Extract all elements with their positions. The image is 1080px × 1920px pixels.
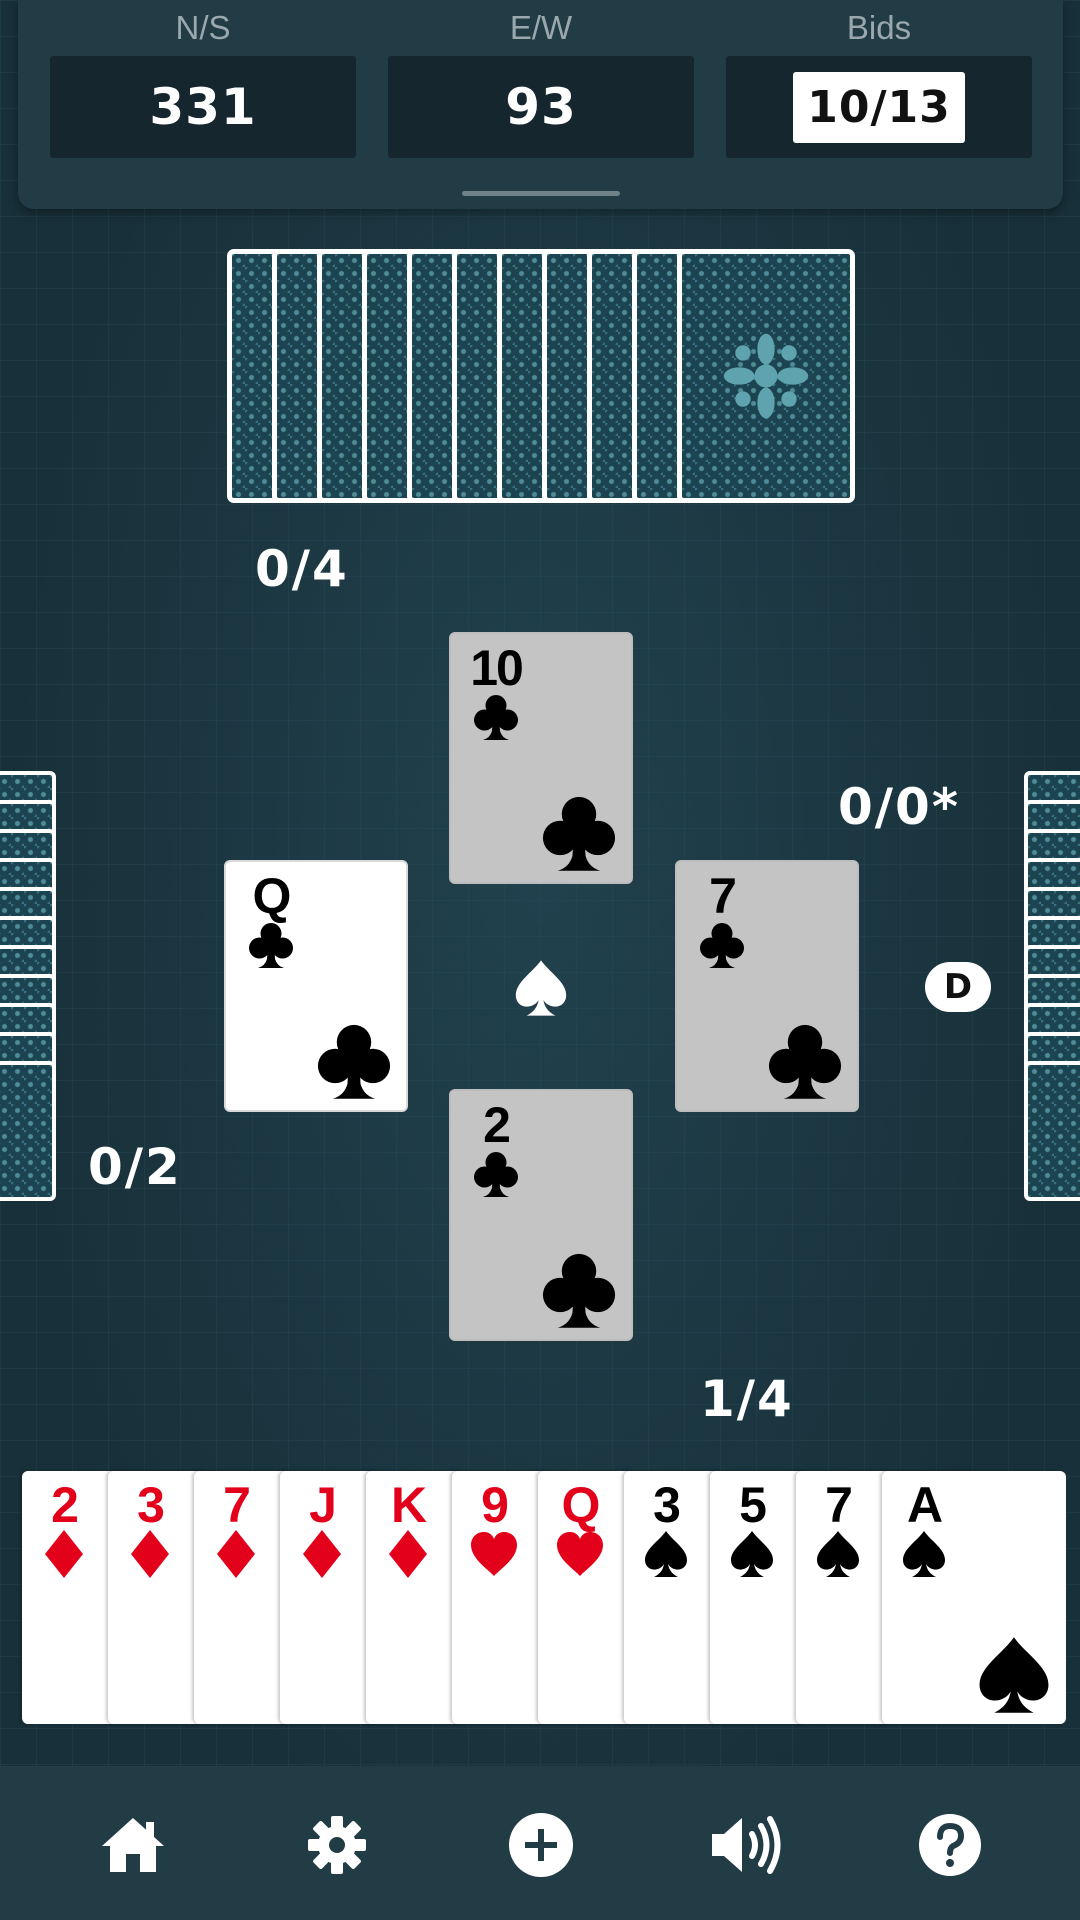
card-rank: 9 [481,1477,509,1533]
north-card-back [677,249,855,503]
card-corner: 9 [452,1479,536,1579]
card-rank: A [906,1477,943,1533]
trick-card-east: 7 [675,860,859,1112]
card-corner: 7 [194,1479,278,1579]
card-corner: Q [538,1479,622,1579]
card-corner: Q [236,870,306,970]
home-icon [102,1818,164,1872]
card-rank: 7 [709,868,737,924]
card-rank: Q [252,868,292,924]
diamond-icon [124,1529,176,1579]
diamond-icon [38,1529,90,1579]
spade-icon [726,1529,778,1579]
spade-icon [970,1634,1058,1716]
trick-card-west: Q [224,860,408,1112]
card-corner: J [280,1479,364,1579]
trump-spade-icon [502,958,580,1018]
card-rank: 7 [825,1477,853,1533]
player-hand: 237JK9Q357A [22,1471,1066,1724]
spade-icon [640,1529,692,1579]
club-icon [535,1249,623,1331]
ew-score-box: 93 [388,56,694,158]
card-corner: A [882,1479,966,1579]
card-corner: 7 [796,1479,880,1579]
club-icon [470,692,522,742]
volume-icon [712,1816,781,1874]
east-card-back [1024,1061,1080,1201]
west-card-back [0,1061,56,1201]
help-icon [919,1814,981,1876]
bids-label: Bids [846,9,912,46]
south-tricks: 1/4 [700,1370,794,1428]
spade-icon [898,1529,950,1579]
club-icon [310,1020,398,1102]
heart-icon [468,1529,520,1579]
card-rank: 10 [470,640,524,696]
club-icon [245,920,297,970]
club-icon [470,1149,522,1199]
sound-button[interactable] [708,1810,784,1880]
bids-value: 10/13 [793,71,965,143]
card-corner: 2 [461,1099,531,1199]
hand-card[interactable]: A [882,1471,1066,1724]
club-icon [535,792,623,874]
card-corner: 2 [22,1479,106,1579]
bids-score: Bids 10/13 [726,0,1032,158]
dealer-letter: D [943,967,973,1007]
score-panel[interactable]: N/S 331 E/W 93 Bids 10/13 [18,0,1063,209]
club-icon [696,920,748,970]
trick-card-north: 10 [449,632,633,884]
north-hand [227,249,855,503]
panel-drag-handle[interactable] [462,191,620,196]
card-corner: 10 [461,642,531,742]
west-tricks: 0/2 [88,1138,182,1196]
card-rank: 2 [51,1477,79,1533]
north-tricks: 0/4 [255,540,349,598]
diamond-icon [382,1529,434,1579]
ns-score-value: 331 [149,78,257,136]
card-rank: 5 [739,1477,767,1533]
ns-score-box: 331 [50,56,356,158]
settings-button[interactable] [302,1810,372,1880]
trick-card-south: 2 [449,1089,633,1341]
diamond-icon [210,1529,262,1579]
card-rank: 2 [483,1097,511,1153]
card-rank: K [390,1477,427,1533]
ns-score: N/S 331 [50,0,356,158]
card-corner: 5 [710,1479,794,1579]
ew-score-label: E/W [509,9,573,46]
card-rank: Q [561,1477,601,1533]
heart-icon [554,1529,606,1579]
card-back-ornament-icon [723,333,809,419]
bottom-toolbar [0,1766,1080,1920]
east-tricks: 0/0* [838,778,960,836]
club-icon [761,1020,849,1102]
dealer-chip: D [925,962,991,1012]
ew-score: E/W 93 [388,0,694,158]
ew-score-value: 93 [505,78,577,136]
west-hand [0,771,56,1205]
east-hand [1024,771,1080,1205]
bids-box: 10/13 [726,56,1032,158]
card-corner: K [366,1479,450,1579]
help-button[interactable] [915,1810,985,1880]
card-rank: 3 [137,1477,165,1533]
ns-score-label: N/S [175,9,231,46]
diamond-icon [296,1529,348,1579]
card-rank: J [309,1477,337,1533]
card-corner: 7 [687,870,757,970]
spade-icon [812,1529,864,1579]
card-corner: 3 [108,1479,192,1579]
new-game-button[interactable] [506,1810,576,1880]
home-button[interactable] [98,1810,168,1880]
card-corner: 3 [624,1479,708,1579]
card-rank: 7 [223,1477,251,1533]
card-rank: 3 [653,1477,681,1533]
plus-circle-icon [509,1813,573,1877]
gear-icon [308,1816,366,1874]
